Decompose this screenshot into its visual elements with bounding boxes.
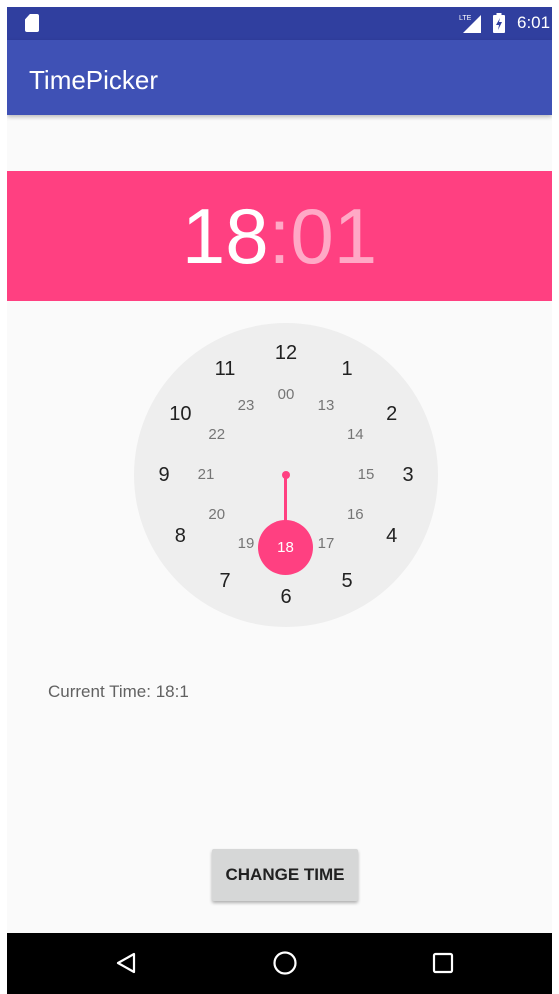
change-time-button[interactable]: CHANGE TIME [212,849,358,901]
clock-number[interactable]: 2 [372,402,412,426]
clock-selector[interactable]: 18 [258,520,313,575]
clock-number[interactable]: 00 [266,383,306,407]
time-separator: : [268,192,291,280]
navigation-bar [7,933,552,994]
clock-center-dot [282,471,290,479]
device-screen: LTE 6:01 TimePicker 18:01 12 1 2 3 4 5 6 7 8 9 10 1… [7,7,552,994]
clock-number[interactable]: 4 [372,524,412,548]
clock-number[interactable]: 5 [327,569,367,593]
clock-number[interactable]: 8 [160,524,200,548]
clock-number[interactable]: 7 [205,569,245,593]
clock-number[interactable]: 12 [266,341,306,365]
clock-number[interactable]: 1 [327,357,367,381]
clock-number[interactable]: 23 [226,394,266,418]
home-icon[interactable] [272,950,298,976]
app-title: TimePicker [29,65,159,95]
time-picker-header: 18:01 [7,171,552,301]
sd-card-icon [25,14,39,32]
clock-number[interactable]: 21 [186,463,226,487]
clock-number[interactable]: 13 [306,394,346,418]
app-bar: TimePicker [7,40,552,115]
clock-number[interactable]: 16 [335,503,375,527]
time-display: 18:01 [7,193,552,279]
clock-number[interactable]: 11 [205,357,245,381]
battery-charging-icon [493,13,505,33]
back-icon[interactable] [114,951,138,975]
clock-number[interactable]: 15 [346,463,386,487]
status-time: 6:01 [517,13,551,32]
lte-signal-icon: LTE [459,15,481,33]
clock-number[interactable]: 22 [197,423,237,447]
hour-display[interactable]: 18 [182,192,269,280]
clock-number[interactable]: 9 [144,463,184,487]
svg-text:LTE: LTE [459,15,472,22]
clock-number[interactable]: 14 [335,423,375,447]
clock-number[interactable]: 6 [266,585,306,609]
current-time-label: Current Time: 18:1 [48,682,189,701]
clock-number[interactable]: 10 [160,402,200,426]
minute-display[interactable]: 01 [290,192,377,280]
clock-number[interactable]: 20 [197,503,237,527]
clock-face[interactable]: 12 1 2 3 4 5 6 7 8 9 10 11 00 13 14 15 16 17 19 20 21 22 23 18 [134,323,438,627]
status-bar: LTE 6:01 [7,7,552,40]
recents-icon[interactable] [432,952,454,974]
clock-number[interactable]: 3 [388,463,428,487]
